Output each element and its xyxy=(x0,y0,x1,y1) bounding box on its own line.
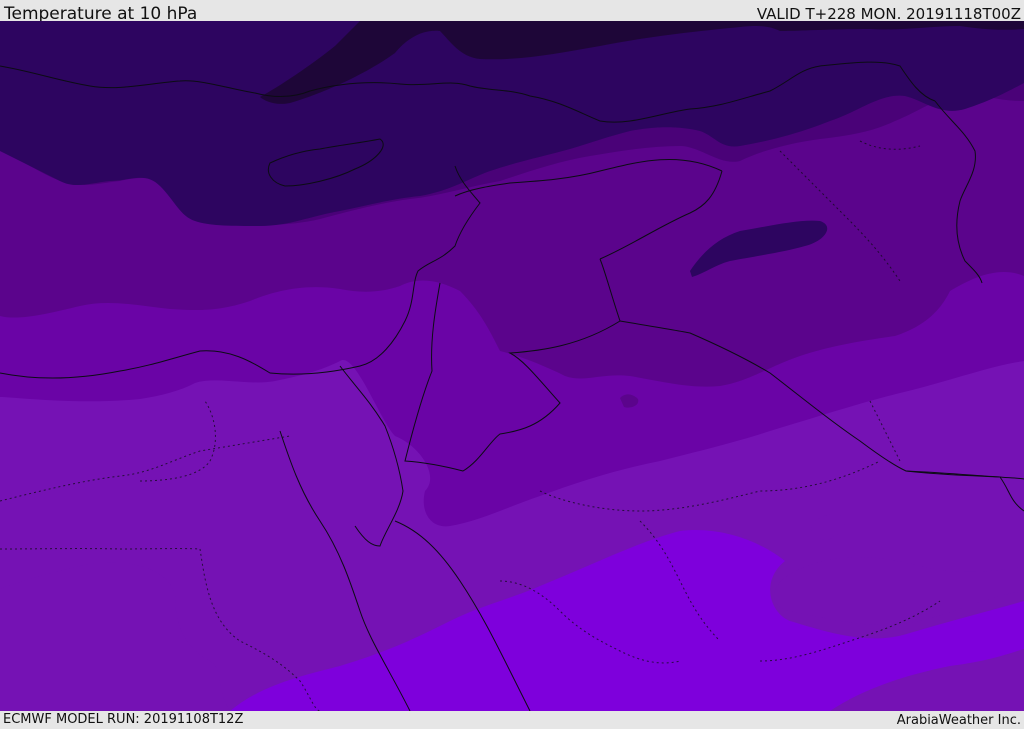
model-run-label: ECMWF MODEL RUN: 20191108T12Z xyxy=(3,712,244,727)
header-bar: Temperature at 10 hPa VALID T+228 MON. 2… xyxy=(0,0,1024,24)
credit-label: ArabiaWeather Inc. xyxy=(896,713,1021,728)
temperature-map[interactable] xyxy=(0,21,1024,711)
footer-bar: ECMWF MODEL RUN: 20191108T12Z ArabiaWeat… xyxy=(0,711,1024,729)
